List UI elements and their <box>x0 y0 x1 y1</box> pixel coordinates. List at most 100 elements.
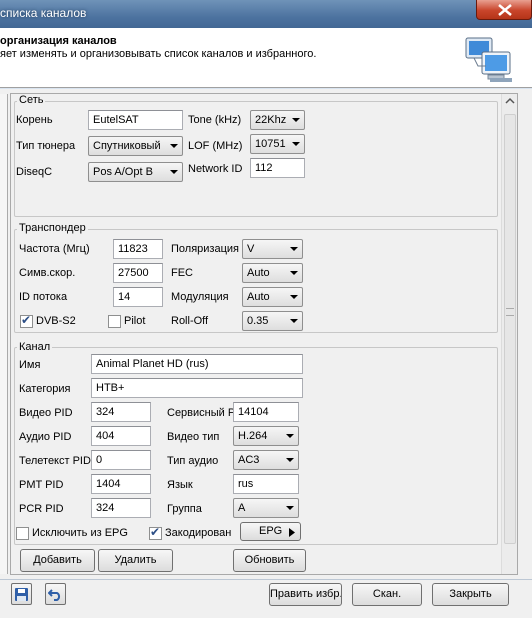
chevron-down-icon <box>290 295 298 299</box>
window-title: списка каналов <box>0 6 87 20</box>
audio-type-select[interactable]: AC3 <box>233 450 299 470</box>
checkmark-icon: ✔ <box>150 525 161 539</box>
dvbs2-label: DVB-S2 <box>36 315 76 327</box>
category-input[interactable]: НТВ+ <box>91 378 303 398</box>
chevron-down-icon <box>290 271 298 275</box>
exclude-epg-label: Исключить из EPG <box>32 527 128 539</box>
diseqc-select[interactable]: Pos A/Opt B <box>88 162 183 182</box>
network-group-legend: Сеть <box>17 94 46 106</box>
fec-select-value: Auto <box>247 267 270 279</box>
delete-button[interactable]: Удалить <box>98 549 173 572</box>
group-select[interactable]: A <box>233 498 299 518</box>
transponder-group-legend: Транспондер <box>17 222 88 234</box>
chevron-down-icon <box>290 247 298 251</box>
title-bar: списка каналов <box>0 0 532 28</box>
audio-pid-input[interactable]: 404 <box>91 426 151 446</box>
window-close-button[interactable] <box>476 0 532 20</box>
service-input[interactable]: 14104 <box>233 402 299 422</box>
undo-icon <box>47 589 61 601</box>
service-label: Сервисный P <box>167 407 236 419</box>
modulation-select[interactable]: Auto <box>242 287 303 307</box>
lof-label: LOF (MHz) <box>188 140 243 152</box>
computers-network-icon <box>460 32 520 84</box>
scan-button[interactable]: Скан. <box>352 583 422 606</box>
name-label: Имя <box>19 359 41 371</box>
video-type-label: Видео тип <box>167 431 220 443</box>
video-type-select[interactable]: H.264 <box>233 426 299 446</box>
footer-divider <box>0 579 532 580</box>
root-label: Корень <box>16 114 53 126</box>
edit-favorites-button[interactable]: Править избр. <box>269 583 342 606</box>
header-description: яет изменять и организовывать список кан… <box>0 48 317 60</box>
arrow-right-icon <box>289 528 295 537</box>
save-button[interactable] <box>11 583 32 605</box>
symbol-rate-input[interactable]: 27500 <box>113 263 163 283</box>
fec-select[interactable]: Auto <box>242 263 303 283</box>
pcr-pid-input[interactable]: 324 <box>91 498 151 518</box>
pilot-label: Pilot <box>124 315 146 327</box>
pmt-pid-input[interactable]: 1404 <box>91 474 151 494</box>
epg-button-label: EPG <box>259 525 283 537</box>
exclude-epg-checkbox[interactable] <box>16 527 29 540</box>
scroll-thumb[interactable] <box>504 114 516 544</box>
encoded-checkbox[interactable]: ✔ <box>149 525 162 540</box>
stream-id-label: ID потока <box>19 291 68 303</box>
channel-list-edge <box>0 94 8 574</box>
category-label: Категория <box>19 383 71 395</box>
tone-select[interactable]: 22Khz <box>250 110 305 130</box>
lof-select[interactable]: 10751 <box>250 134 305 154</box>
rolloff-select-value: 0.35 <box>247 315 269 327</box>
audio-type-label: Тип аудио <box>167 455 219 467</box>
checkmark-icon: ✔ <box>21 313 32 327</box>
network-id-input[interactable]: 112 <box>250 158 305 178</box>
lof-select-value: 10751 <box>255 138 286 150</box>
diseqc-label: DiseqC <box>16 166 53 178</box>
modulation-label: Модуляция <box>171 291 229 303</box>
vertical-scrollbar[interactable] <box>501 94 517 574</box>
name-input[interactable]: Animal Planet HD (rus) <box>91 354 303 374</box>
chevron-down-icon <box>286 434 294 438</box>
chevron-down-icon <box>286 506 294 510</box>
symbol-rate-label: Симв.скор. <box>19 267 76 279</box>
close-button[interactable]: Закрыть <box>432 583 509 606</box>
language-input[interactable]: rus <box>233 474 299 494</box>
close-icon <box>498 4 512 16</box>
audio-type-select-value: AC3 <box>238 454 260 466</box>
tuner-type-select[interactable]: Спутниковый <box>88 136 183 156</box>
teletext-pid-label: Телетекст PID <box>19 455 91 467</box>
diseqc-select-value: Pos A/Opt B <box>93 166 153 178</box>
chevron-down-icon <box>170 144 178 148</box>
add-button[interactable]: Добавить <box>20 549 95 572</box>
tone-label: Tone (kHz) <box>188 114 242 126</box>
polarization-select-value: V <box>247 243 255 255</box>
chevron-down-icon <box>170 170 178 174</box>
root-input[interactable]: EutelSAT <box>88 110 183 130</box>
undo-button[interactable] <box>45 583 66 605</box>
pmt-pid-label: PMT PID <box>19 479 64 491</box>
polarization-select[interactable]: V <box>242 239 303 259</box>
language-label: Язык <box>167 479 193 491</box>
network-id-label: Network ID <box>188 163 243 175</box>
rolloff-select[interactable]: 0.35 <box>242 311 303 331</box>
channel-group-legend: Канал <box>17 341 53 353</box>
video-pid-input[interactable]: 324 <box>91 402 151 422</box>
header-title: организация каналов <box>0 35 117 47</box>
teletext-pid-input[interactable]: 0 <box>91 450 151 470</box>
epg-button[interactable]: EPG <box>240 522 301 541</box>
chevron-down-icon <box>292 142 300 146</box>
group-select-value: A <box>238 502 246 514</box>
scroll-grip-icon <box>506 308 514 316</box>
scroll-up-icon[interactable] <box>505 96 515 106</box>
video-type-select-value: H.264 <box>238 430 268 442</box>
tuner-type-select-value: Спутниковый <box>93 140 161 152</box>
stream-id-input[interactable]: 14 <box>113 287 163 307</box>
pilot-checkbox[interactable] <box>108 315 121 328</box>
update-button[interactable]: Обновить <box>233 549 306 572</box>
frequency-input[interactable]: 11823 <box>113 239 163 259</box>
rolloff-label: Roll-Off <box>171 315 209 327</box>
wizard-header: организация каналов яет изменять и орган… <box>0 28 532 88</box>
tuner-type-label: Тип тюнера <box>16 140 76 152</box>
encoded-label: Закодирован <box>165 527 232 539</box>
video-pid-label: Видео PID <box>19 407 73 419</box>
dvbs2-checkbox[interactable]: ✔ <box>20 313 33 328</box>
